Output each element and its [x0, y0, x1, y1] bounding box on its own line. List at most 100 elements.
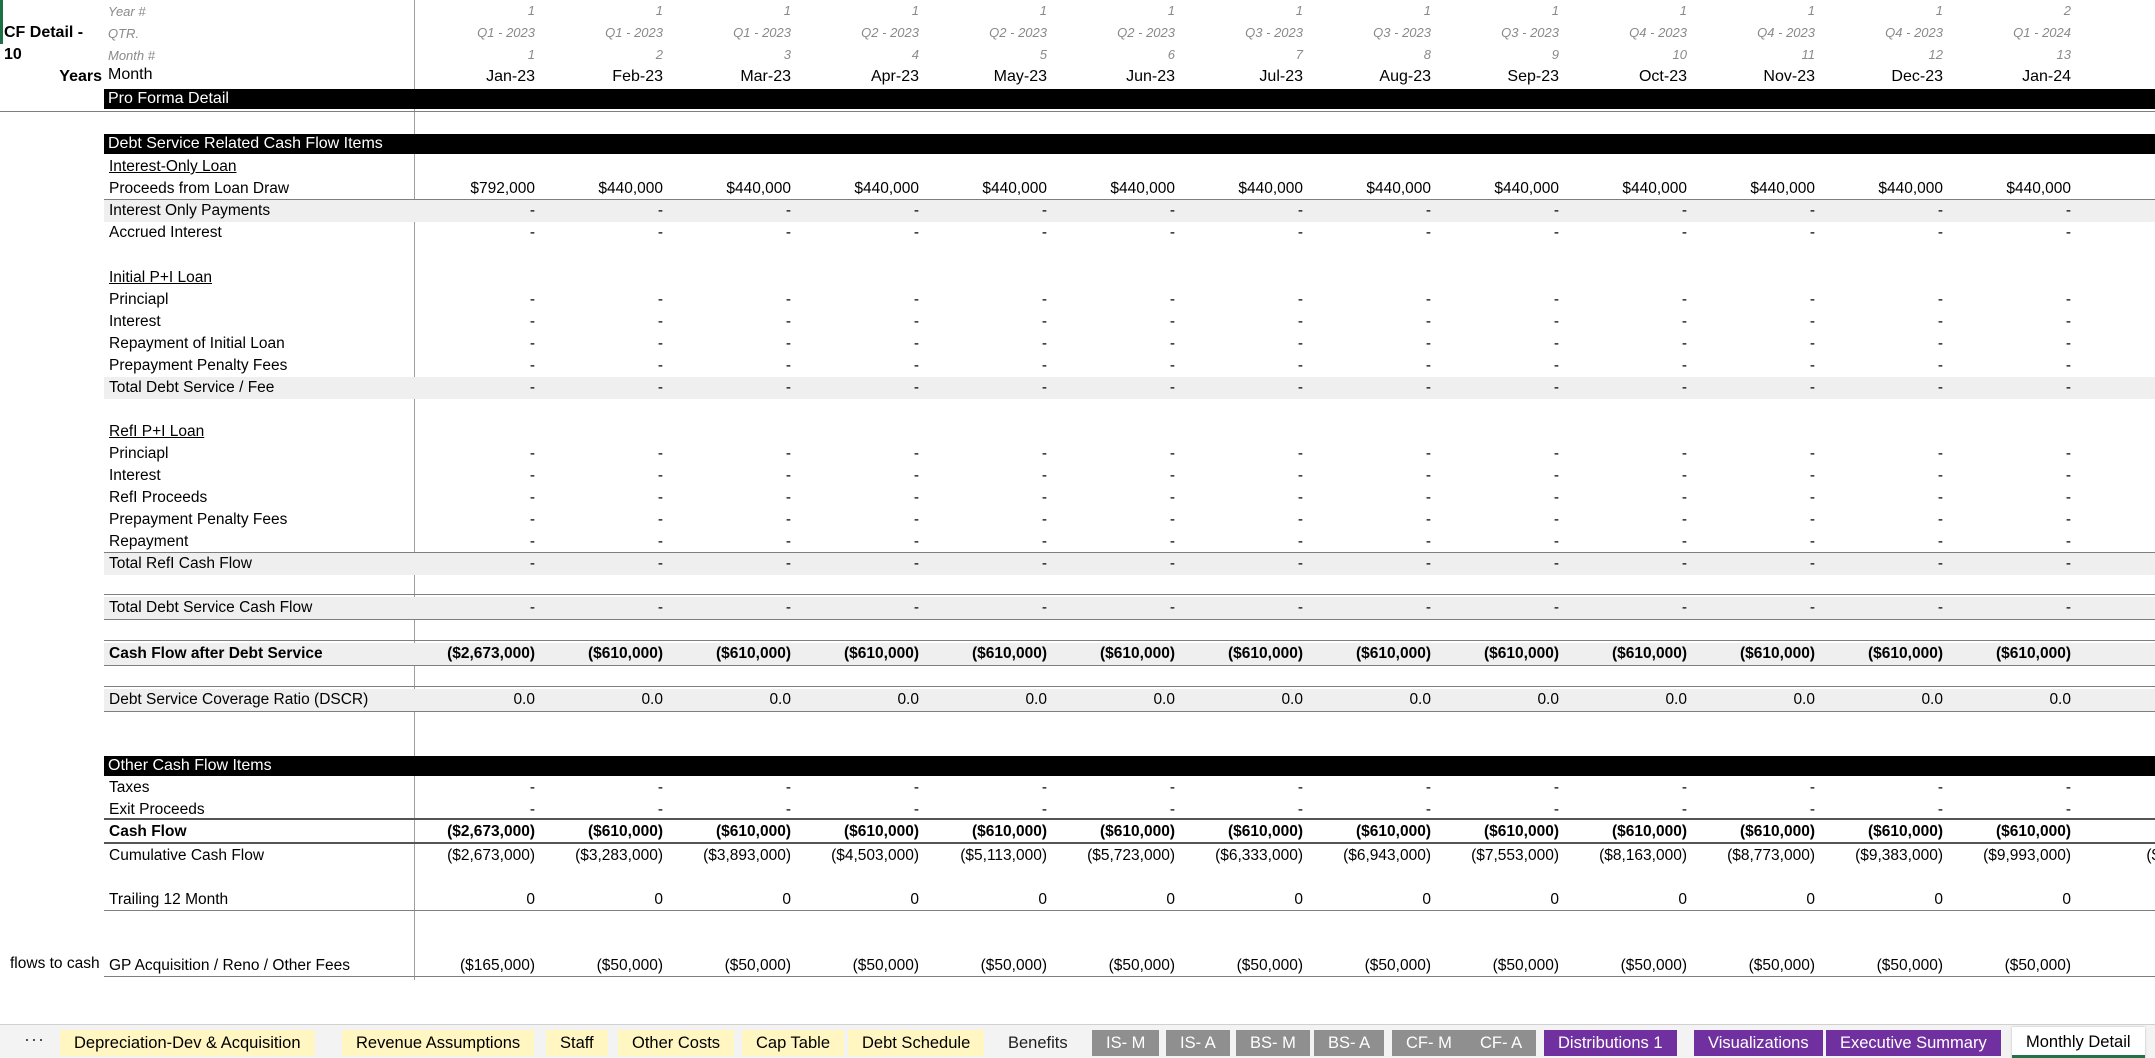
row-value-cell[interactable]: ($50,000)	[543, 955, 663, 977]
row-value-cell[interactable]: -	[799, 465, 919, 487]
row-value-cell[interactable]: -	[1695, 465, 1815, 487]
row-value-cell[interactable]: -	[1055, 289, 1175, 311]
row-value-cell[interactable]: $440,000	[671, 178, 791, 200]
row-value-cell[interactable]: ($50,000)	[1823, 955, 1943, 977]
row-value-cell[interactable]: ($610,000)	[1311, 643, 1431, 665]
row-value-cell[interactable]: -	[671, 487, 791, 509]
row-value-cell[interactable]: -	[1823, 799, 1943, 821]
row-value-cell[interactable]: 0	[1439, 889, 1559, 911]
row-value-cell[interactable]: -	[671, 531, 791, 553]
row-value-cell[interactable]: -	[1439, 465, 1559, 487]
row-value-cell[interactable]: -	[543, 777, 663, 799]
row-value-cell[interactable]: -	[415, 509, 535, 531]
row-label[interactable]: Cumulative Cash Flow	[109, 845, 264, 867]
row-value-cell[interactable]: -	[1951, 200, 2071, 222]
row-value-cell[interactable]: ($610,000)	[799, 821, 919, 843]
row-label[interactable]: Total RefI Cash Flow	[109, 553, 252, 575]
row-value-cell[interactable]: -	[1823, 222, 1943, 244]
row-value-cell[interactable]: -	[1567, 200, 1687, 222]
row-value-cell[interactable]: -	[1183, 333, 1303, 355]
row-value-cell[interactable]: -	[1439, 509, 1559, 531]
row-value-cell[interactable]: -	[1567, 355, 1687, 377]
row-value-cell[interactable]: -	[543, 465, 663, 487]
row-value-cell[interactable]: ($610,000)	[1183, 821, 1303, 843]
sheet-tab[interactable]: Revenue Assumptions	[342, 1030, 535, 1056]
row-value-cell[interactable]: -	[799, 289, 919, 311]
row-value-cell[interactable]: -	[1439, 531, 1559, 553]
row-value-cell[interactable]: ($610,000)	[1055, 643, 1175, 665]
row-value-cell[interactable]: -	[799, 509, 919, 531]
row-value-cell[interactable]: -	[1183, 289, 1303, 311]
row-value-cell[interactable]: -	[1823, 487, 1943, 509]
row-value-cell[interactable]: -	[1567, 311, 1687, 333]
row-value-cell[interactable]: ($50,000)	[1567, 955, 1687, 977]
row-value-cell[interactable]: -	[1311, 799, 1431, 821]
row-value-cell[interactable]: $440,000	[1951, 178, 2071, 200]
row-value-cell[interactable]: -	[671, 465, 791, 487]
row-value-cell[interactable]: -	[927, 222, 1047, 244]
row-value-cell[interactable]: ($50,000)	[799, 955, 919, 977]
sheet-tab[interactable]: CF- A	[1466, 1030, 1537, 1056]
row-value-cell[interactable]: -	[671, 200, 791, 222]
row-value-cell[interactable]: -	[1055, 465, 1175, 487]
row-value-cell[interactable]: ($610,000)	[1439, 821, 1559, 843]
row-value-cell[interactable]: -	[1439, 333, 1559, 355]
row-value-cell[interactable]: ($9,383,000)	[1823, 845, 1943, 867]
row-label[interactable]: Prepayment Penalty Fees	[109, 509, 287, 531]
sheet-tab[interactable]: Monthly Detail	[2012, 1027, 2145, 1058]
row-value-cell[interactable]: -	[671, 377, 791, 399]
row-value-cell[interactable]: -	[1567, 289, 1687, 311]
row-value-cell[interactable]: 0.0	[1695, 689, 1815, 711]
row-label[interactable]: Princiapl	[109, 443, 168, 465]
row-value-cell[interactable]: -	[799, 531, 919, 553]
sheet-tab[interactable]: Benefits	[994, 1030, 1082, 1056]
row-value-cell[interactable]: -	[1567, 509, 1687, 531]
row-value-cell[interactable]: -	[415, 289, 535, 311]
row-value-cell[interactable]: -	[415, 777, 535, 799]
row-value-cell[interactable]: -	[1695, 443, 1815, 465]
row-value-cell[interactable]: -	[1055, 487, 1175, 509]
row-value-cell[interactable]: -	[671, 597, 791, 619]
row-value-cell[interactable]: -	[1695, 333, 1815, 355]
row-value-cell[interactable]: -	[1823, 443, 1943, 465]
row-label[interactable]: Total Debt Service Cash Flow	[109, 597, 312, 619]
row-value-cell[interactable]: -	[1951, 377, 2071, 399]
row-value-cell[interactable]: 0	[543, 889, 663, 911]
row-value-cell[interactable]: $792,000	[415, 178, 535, 200]
row-value-cell[interactable]: -	[1439, 487, 1559, 509]
row-value-cell[interactable]: $440,000	[1695, 178, 1815, 200]
row-value-cell[interactable]: -	[799, 355, 919, 377]
row-value-cell[interactable]: -	[1183, 311, 1303, 333]
row-value-cell[interactable]: -	[1183, 222, 1303, 244]
row-value-cell[interactable]: -	[1951, 509, 2071, 531]
row-value-cell[interactable]: ($610,000)	[543, 821, 663, 843]
row-value-cell[interactable]: ($610,000)	[671, 821, 791, 843]
row-value-cell[interactable]: -	[1439, 222, 1559, 244]
row-value-cell[interactable]: -	[927, 443, 1047, 465]
row-value-cell[interactable]: 0.0	[1567, 689, 1687, 711]
row-value-cell[interactable]: -	[1311, 311, 1431, 333]
row-value-cell[interactable]: -	[799, 597, 919, 619]
row-value-cell[interactable]: -	[927, 487, 1047, 509]
row-value-cell[interactable]: -	[1823, 289, 1943, 311]
row-value-cell[interactable]: ($610,000)	[1951, 643, 2071, 665]
row-value-cell[interactable]: ($2,673,000)	[415, 643, 535, 665]
row-value-cell[interactable]: -	[927, 333, 1047, 355]
row-value-cell[interactable]: ($61	[2079, 643, 2155, 665]
row-label[interactable]: Princiapl	[109, 289, 168, 311]
row-label[interactable]: Initial P+I Loan	[109, 267, 212, 289]
row-value-cell[interactable]: -	[671, 553, 791, 575]
row-value-cell[interactable]: -	[543, 333, 663, 355]
row-value-cell[interactable]: ($50,000)	[927, 955, 1047, 977]
row-value-cell[interactable]: -	[927, 289, 1047, 311]
row-value-cell[interactable]: -	[1567, 553, 1687, 575]
row-value-cell[interactable]: 0.0	[1439, 689, 1559, 711]
row-value-cell[interactable]: ($3,283,000)	[543, 845, 663, 867]
row-value-cell[interactable]: ($5,723,000)	[1055, 845, 1175, 867]
row-value-cell[interactable]: -	[543, 531, 663, 553]
row-value-cell[interactable]: 0.0	[1951, 689, 2071, 711]
row-value-cell[interactable]: ($6,943,000)	[1311, 845, 1431, 867]
row-label[interactable]: Proceeds from Loan Draw	[109, 178, 289, 200]
row-value-cell[interactable]: -	[927, 355, 1047, 377]
row-value-cell[interactable]: ($50,000)	[1695, 955, 1815, 977]
